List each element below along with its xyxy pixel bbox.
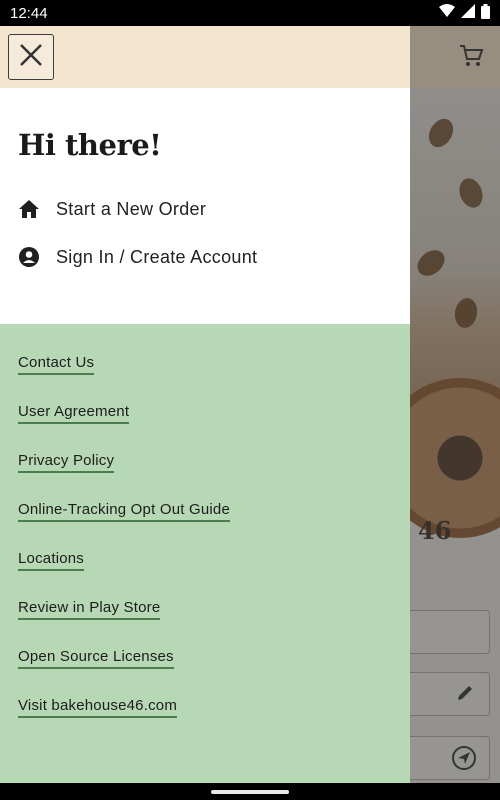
privacy-policy-link[interactable]: Privacy Policy (18, 452, 115, 473)
account-circle-icon (18, 246, 40, 268)
open-source-licenses-link[interactable]: Open Source Licenses (18, 648, 174, 669)
sign-in-item[interactable]: Sign In / Create Account (18, 246, 257, 268)
wifi-icon (439, 4, 455, 22)
battery-icon (481, 3, 490, 23)
contact-us-link[interactable]: Contact Us (18, 354, 95, 375)
close-icon (19, 43, 43, 72)
links-section: Contact Us User Agreement Privacy Policy… (0, 324, 410, 783)
signal-icon (461, 4, 475, 22)
home-gesture-handle[interactable] (211, 790, 289, 794)
greeting-heading: Hi there! (18, 128, 162, 162)
visit-website-link[interactable]: Visit bakehouse46.com (18, 697, 178, 718)
review-play-store-link[interactable]: Review in Play Store (18, 599, 161, 620)
sign-in-label: Sign In / Create Account (56, 246, 258, 267)
close-button[interactable] (8, 34, 54, 80)
home-icon (18, 198, 40, 220)
status-bar: 12:44 (0, 0, 500, 26)
navigation-drawer: Hi there! Start a New Order Sign In / Cr… (0, 26, 410, 783)
locations-link[interactable]: Locations (18, 550, 85, 571)
status-icons (439, 3, 490, 23)
status-time: 12:44 (10, 4, 48, 22)
start-new-order-label: Start a New Order (56, 198, 207, 219)
opt-out-guide-link[interactable]: Online-Tracking Opt Out Guide (18, 501, 230, 522)
system-navigation-bar (0, 783, 500, 800)
start-new-order-item[interactable]: Start a New Order (18, 198, 206, 220)
user-agreement-link[interactable]: User Agreement (18, 403, 130, 424)
drawer-header (0, 26, 410, 88)
